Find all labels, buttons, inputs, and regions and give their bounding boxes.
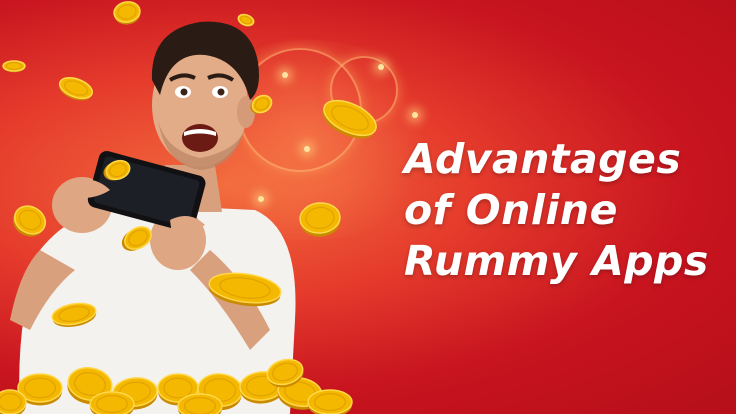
gold-coin-icon — [51, 302, 97, 328]
gold-coin-icon — [58, 76, 94, 101]
gold-coin-icon — [250, 94, 273, 114]
gold-coin-icon — [208, 272, 282, 307]
headline-line-3: Rummy Apps — [404, 237, 709, 285]
gold-coin-icon — [113, 1, 141, 25]
headline: Advantages of Online Rummy Apps — [404, 134, 724, 287]
gold-coin-icon — [121, 226, 152, 251]
gold-coin-icon — [0, 389, 27, 414]
gold-coin-icon — [322, 99, 377, 139]
headline-line-1: Advantages — [404, 135, 682, 183]
gold-coin-icon — [299, 202, 341, 237]
gold-coin-icon — [237, 13, 255, 27]
gold-coin-icon — [177, 393, 223, 414]
gold-coin-icon — [13, 205, 47, 237]
gold-coin-icon — [89, 391, 135, 414]
gold-coin-icon — [307, 389, 353, 414]
gold-coin-icon — [103, 159, 131, 181]
headline-line-2: of Online — [404, 186, 618, 234]
promo-banner: Advantages of Online Rummy Apps — [0, 0, 736, 414]
gold-coin-icon — [2, 60, 26, 73]
